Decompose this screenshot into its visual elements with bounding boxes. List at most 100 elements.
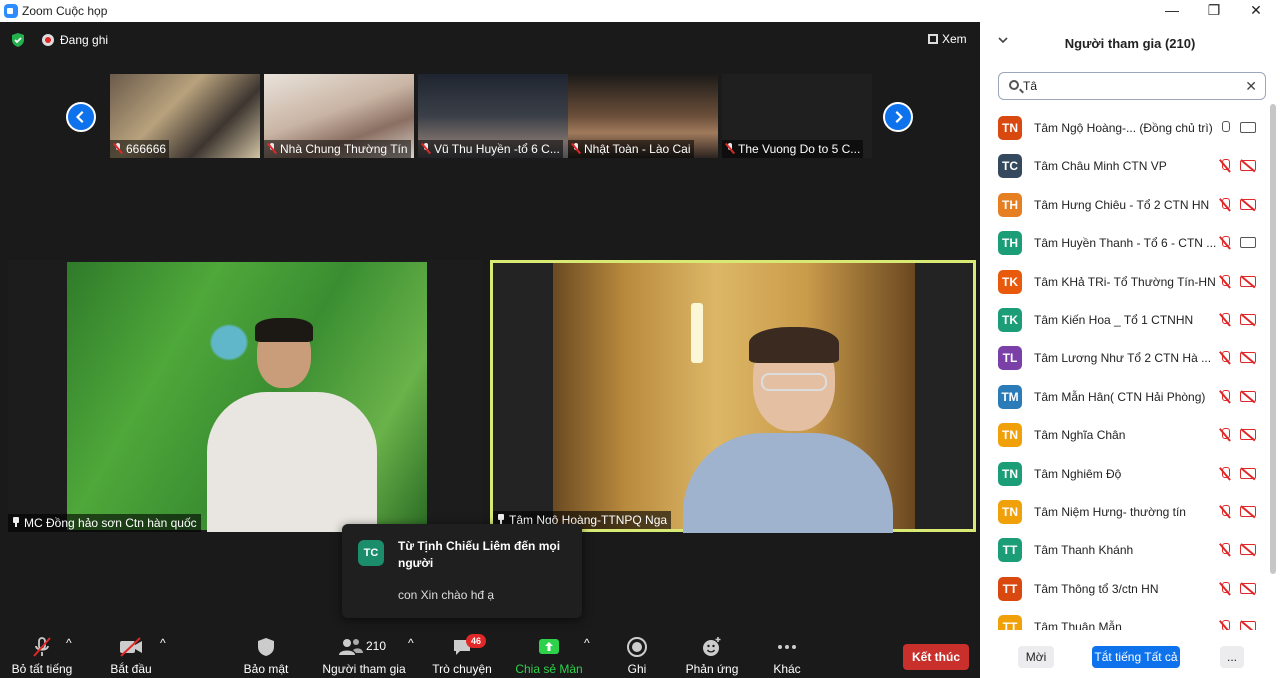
avatar: TC [998, 154, 1022, 179]
participant-search[interactable]: ✕ [998, 72, 1266, 100]
mic-muted-icon[interactable] [1218, 466, 1232, 481]
chat-label: Trò chuyện [432, 662, 492, 676]
video-thumbnail[interactable]: 666666 [110, 74, 260, 158]
participant-name: Tâm KHả TRi- Tổ Thường Tín-HN [1034, 274, 1216, 289]
participant-row[interactable]: TM Tâm Mẫn Hân( CTN Hải Phòng) [980, 379, 1270, 417]
shield-check-icon[interactable] [10, 32, 26, 48]
end-meeting-button[interactable]: Kết thúc [903, 644, 969, 670]
camera-off-icon[interactable] [1240, 429, 1256, 441]
grid-view-icon [928, 34, 938, 44]
mic-muted-icon[interactable] [1218, 274, 1232, 289]
camera-off-icon[interactable] [1240, 544, 1256, 556]
main-video-right-active-speaker[interactable]: Tâm Ngộ Hoàng-TTNPQ Nga [490, 260, 976, 533]
participant-row[interactable]: TK Tâm Kiến Hoa _ Tổ 1 CTNHN [980, 302, 1270, 340]
video-thumbnail[interactable]: Nhật Toàn - Lào Cai [568, 74, 718, 158]
mic-muted-icon[interactable] [1218, 428, 1232, 442]
recording-label: Đang ghi [60, 33, 109, 47]
mic-muted-icon[interactable] [1218, 236, 1232, 250]
participants-footer: Mời Tắt tiếng Tất cả ... [980, 642, 1280, 672]
participant-row[interactable]: TT Tâm Thuận Mẫn [980, 609, 1270, 630]
start-video-label: Bắt đầu Video [110, 662, 152, 678]
audio-options-caret[interactable]: ^ [66, 636, 72, 650]
chat-notification[interactable]: TC Từ Tịnh Chiếu Liêm đến mọi người con … [342, 524, 582, 618]
mic-muted-icon[interactable] [1218, 504, 1232, 519]
mic-muted-icon[interactable] [1218, 351, 1232, 365]
participant-row[interactable]: TT Tâm Thanh Khánh [980, 532, 1270, 570]
thumbnail-name-text: 666666 [126, 142, 167, 156]
participant-name: Tâm Kiến Hoa _ Tổ 1 CTNHN [1034, 312, 1194, 327]
invite-button[interactable]: Mời [1018, 646, 1054, 668]
participants-button[interactable]: 210 Người tham gia [322, 636, 406, 676]
participant-name: Tâm Châu Minh CTN VP [1034, 159, 1167, 174]
mic-muted-icon[interactable] [1218, 159, 1232, 173]
camera-off-icon[interactable] [1240, 313, 1256, 325]
camera-off-icon[interactable] [1240, 390, 1256, 402]
participant-row[interactable]: TN Tâm Niệm Hưng- thường tín [980, 494, 1270, 532]
more-button[interactable]: Khác [770, 636, 804, 676]
video-thumbnail[interactable]: The Vuong Do to 5 C... [722, 74, 872, 158]
participants-options-caret[interactable]: ^ [408, 636, 414, 650]
avatar: TN [998, 461, 1022, 486]
participant-row[interactable]: TL Tâm Lương Như Tổ 2 CTN Hà ... [980, 340, 1270, 378]
mic-muted-icon [571, 143, 581, 154]
share-screen-button[interactable]: Chia sẻ Màn hình [504, 636, 594, 678]
camera-icon[interactable] [1240, 237, 1256, 249]
participant-row[interactable]: TH Tâm Huyền Thanh - Tổ 6 - CTN ... [980, 225, 1270, 263]
camera-off-icon[interactable] [1240, 198, 1256, 210]
more-options-button[interactable]: ... [1220, 646, 1244, 668]
participant-name: Tâm Thông tổ 3/ctn HN [1034, 581, 1159, 596]
avatar: TK [998, 269, 1022, 294]
participant-row[interactable]: TN Tâm Nghiêm Độ [980, 456, 1270, 494]
mic-muted-icon [267, 143, 277, 154]
minimize-button[interactable]: — [1150, 0, 1194, 22]
camera-off-icon[interactable] [1240, 275, 1256, 287]
mic-muted-icon[interactable] [1218, 620, 1232, 630]
chat-message: con Xin chào hđ ạ [398, 588, 495, 602]
main-video-left[interactable]: MC Đồng hảo sơn Ctn hàn quốc [8, 260, 482, 532]
clear-search-icon[interactable]: ✕ [1245, 78, 1257, 95]
view-button[interactable]: Xem [928, 32, 967, 46]
mic-muted-icon[interactable] [1218, 581, 1232, 596]
camera-off-icon[interactable] [1240, 582, 1256, 594]
mic-muted-icon[interactable] [1218, 543, 1232, 557]
mute-all-button[interactable]: Bỏ tất tiếng [10, 636, 74, 676]
mic-muted-icon[interactable] [1218, 197, 1232, 212]
participant-row[interactable]: TK Tâm KHả TRi- Tổ Thường Tín-HN [980, 264, 1270, 302]
next-page-button[interactable] [883, 102, 913, 132]
meeting-area: Đang ghi Xem 666666 Nhà Chung Thường Tín… [0, 22, 980, 678]
camera-off-icon[interactable] [1240, 352, 1256, 364]
participant-row[interactable]: TN Tâm Nghĩa Chân [980, 417, 1270, 455]
chat-sender: Từ Tịnh Chiếu Liêm đến mọi người [398, 539, 561, 570]
record-button[interactable]: Ghi [620, 636, 654, 676]
zoom-app-icon [4, 4, 18, 18]
participant-row[interactable]: TC Tâm Châu Minh CTN VP [980, 148, 1270, 186]
thumbnail-name: Nhật Toàn - Lào Cai [568, 140, 694, 158]
share-options-caret[interactable]: ^ [584, 636, 590, 650]
participant-name: Tâm Niệm Hưng- thường tín [1034, 504, 1186, 519]
camera-icon[interactable] [1240, 122, 1256, 133]
participant-list-scrollbar[interactable] [1270, 104, 1276, 574]
previous-page-button[interactable] [66, 102, 96, 132]
start-video-button[interactable]: Bắt đầu Video [94, 636, 168, 678]
security-button[interactable]: Bảo mật [240, 636, 292, 676]
participant-row[interactable]: TN Tâm Ngộ Hoàng-... (Đồng chủ trì) [980, 110, 1270, 148]
camera-off-icon[interactable] [1240, 160, 1256, 172]
reactions-button[interactable]: Phản ứng [682, 636, 742, 676]
participant-row[interactable]: TH Tâm Hưng Chiêu - Tổ 2 CTN HN [980, 187, 1270, 225]
video-options-caret[interactable]: ^ [160, 636, 166, 650]
chat-button[interactable]: 46 Trò chuyện [432, 634, 492, 676]
close-window-button[interactable]: ✕ [1234, 0, 1278, 22]
maximize-button[interactable]: ❐ [1192, 0, 1236, 22]
mic-muted-icon[interactable] [1218, 312, 1232, 327]
mic-muted-icon[interactable] [1218, 389, 1232, 404]
video-thumbnail[interactable]: Vũ Thu Huyền -tổ 6 C... [418, 74, 568, 158]
mute-all-participants-button[interactable]: Tắt tiếng Tất cả [1092, 646, 1180, 668]
mic-icon[interactable] [1218, 121, 1232, 135]
camera-off-icon[interactable] [1240, 621, 1256, 630]
video-thumbnail[interactable]: Nhà Chung Thường Tín [264, 74, 414, 158]
participant-search-input[interactable] [1023, 77, 1233, 95]
camera-off-icon[interactable] [1240, 467, 1256, 479]
camera-off-icon[interactable] [1240, 505, 1256, 517]
participant-row[interactable]: TT Tâm Thông tổ 3/ctn HN [980, 571, 1270, 609]
security-label: Bảo mật [243, 662, 289, 676]
